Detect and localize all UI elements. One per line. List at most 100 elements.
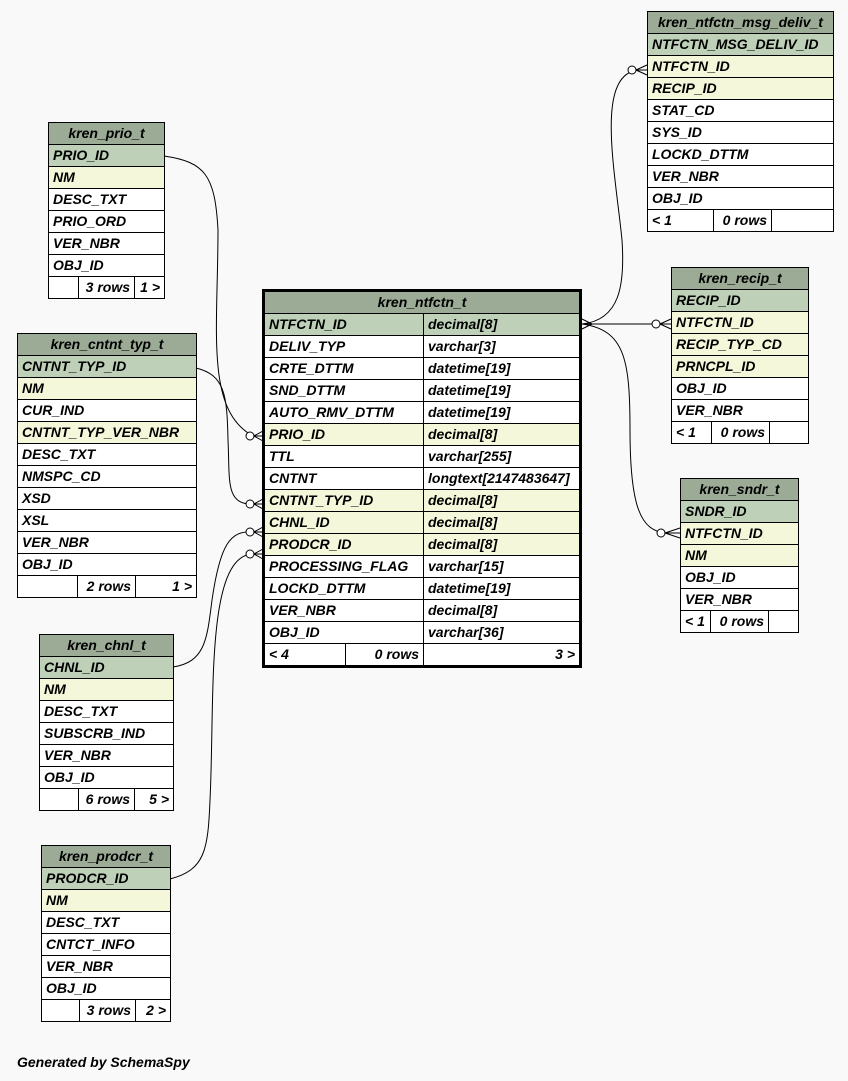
- column-row[interactable]: OBJ_ID: [670, 377, 810, 400]
- column-row[interactable]: NM: [16, 377, 198, 400]
- table-name[interactable]: kren_chnl_t: [38, 634, 175, 657]
- column-row[interactable]: XSD: [16, 487, 198, 510]
- column-row[interactable]: PRIO_ID decimal[8]: [263, 423, 582, 446]
- column-row[interactable]: CNTNT_TYP_ID decimal[8]: [263, 489, 582, 512]
- column-row[interactable]: NTFCTN_MSG_DELIV_ID: [647, 33, 834, 56]
- column-row[interactable]: VER_NBR: [38, 744, 175, 767]
- column-row[interactable]: PROCESSING_FLAG varchar[15]: [263, 555, 582, 578]
- column-row[interactable]: NTFCTN_ID decimal[8]: [263, 313, 582, 336]
- parents-link[interactable]: < 1: [647, 209, 714, 232]
- column-row[interactable]: PRIO_ID: [47, 144, 166, 167]
- column-row[interactable]: LOCKD_DTTM: [647, 143, 834, 166]
- table-kren-sndr-t[interactable]: kren_sndr_t SNDR_ID NTFCTN_ID NM OBJ_ID VER_N…: [680, 478, 799, 633]
- column-row[interactable]: RECIP_ID: [670, 289, 810, 312]
- column-row[interactable]: PRIO_ORD: [47, 210, 166, 233]
- children-link[interactable]: 3 >: [422, 643, 582, 667]
- column-row[interactable]: DESC_TXT: [16, 443, 198, 466]
- column-row[interactable]: VER_NBR: [40, 955, 172, 978]
- column-row[interactable]: NM: [47, 166, 166, 189]
- children-link[interactable]: 2 >: [134, 999, 172, 1022]
- column-row[interactable]: XSL: [16, 509, 198, 532]
- table-header-row: kren_prodcr_t: [40, 845, 172, 868]
- column-type: decimal[8]: [422, 423, 582, 446]
- column-row[interactable]: NMSPC_CD: [16, 465, 198, 488]
- table-kren-prio-t[interactable]: kren_prio_t PRIO_ID NM DESC_TXT PRIO_ORD VER_…: [47, 122, 166, 299]
- column-row[interactable]: VER_NBR: [680, 588, 799, 611]
- column-row[interactable]: DELIV_TYP varchar[3]: [263, 335, 582, 358]
- column-row[interactable]: AUTO_RMV_DTTM datetime[19]: [263, 401, 582, 424]
- table-kren-chnl-t[interactable]: kren_chnl_t CHNL_ID NM DESC_TXT SUBSCRB_IND V…: [38, 634, 175, 811]
- column-type: varchar[36]: [422, 621, 582, 644]
- parents-link[interactable]: < 1: [680, 610, 711, 633]
- table-name[interactable]: kren_recip_t: [670, 267, 810, 290]
- column-row[interactable]: STAT_CD: [647, 99, 834, 122]
- parents-link[interactable]: < 4: [263, 643, 346, 667]
- column-row[interactable]: PRODCR_ID decimal[8]: [263, 533, 582, 556]
- table-kren-cntnt-typ-t[interactable]: kren_cntnt_typ_t CNTNT_TYP_ID NM CUR_IND CNT…: [16, 333, 198, 598]
- column-row[interactable]: CNTNT_TYP_VER_NBR: [16, 421, 198, 444]
- table-name[interactable]: kren_ntfctn_msg_deliv_t: [647, 11, 834, 34]
- column-row[interactable]: OBJ_ID: [40, 977, 172, 1000]
- column-row[interactable]: CUR_IND: [16, 399, 198, 422]
- column-row[interactable]: SND_DTTM datetime[19]: [263, 379, 582, 402]
- column-row[interactable]: DESC_TXT: [47, 188, 166, 211]
- column-row[interactable]: NTFCTN_ID: [670, 311, 810, 334]
- column-row[interactable]: TTL varchar[255]: [263, 445, 582, 468]
- column-row[interactable]: CRTE_DTTM datetime[19]: [263, 357, 582, 380]
- column-row[interactable]: OBJ_ID: [680, 566, 799, 589]
- parents-link[interactable]: [48, 276, 79, 299]
- children-link[interactable]: [768, 610, 799, 633]
- column-row[interactable]: RECIP_ID: [647, 77, 834, 100]
- column-row[interactable]: SYS_ID: [647, 121, 834, 144]
- column-name: LOCKD_DTTM: [647, 143, 834, 166]
- column-row[interactable]: NTFCTN_ID: [680, 522, 799, 545]
- children-link[interactable]: 1 >: [134, 575, 198, 598]
- column-row[interactable]: SUBSCRB_IND: [38, 722, 175, 745]
- parents-link[interactable]: [17, 575, 78, 598]
- column-row[interactable]: OBJ_ID: [16, 553, 198, 576]
- children-link[interactable]: 5 >: [133, 788, 175, 811]
- column-row[interactable]: CHNL_ID decimal[8]: [263, 511, 582, 534]
- column-row[interactable]: PRODCR_ID: [40, 867, 172, 890]
- parents-link[interactable]: [41, 999, 80, 1022]
- parents-link[interactable]: [39, 788, 79, 811]
- column-row[interactable]: NM: [40, 889, 172, 912]
- column-row[interactable]: SNDR_ID: [680, 500, 799, 523]
- column-row[interactable]: DESC_TXT: [40, 911, 172, 934]
- column-row[interactable]: VER_NBR: [670, 399, 810, 422]
- table-name[interactable]: kren_prio_t: [47, 122, 166, 145]
- children-link[interactable]: 1 >: [133, 276, 166, 299]
- table-kren-prodcr-t[interactable]: kren_prodcr_t PRODCR_ID NM DESC_TXT CNTCT_IN…: [40, 845, 172, 1022]
- column-row[interactable]: CNTNT_TYP_ID: [16, 355, 198, 378]
- parents-link[interactable]: < 1: [671, 421, 712, 444]
- column-row[interactable]: VER_NBR: [16, 531, 198, 554]
- column-row[interactable]: PRNCPL_ID: [670, 355, 810, 378]
- column-row[interactable]: VER_NBR decimal[8]: [263, 599, 582, 622]
- column-row[interactable]: NM: [680, 544, 799, 567]
- column-name: NTFCTN_ID: [670, 311, 810, 334]
- table-name[interactable]: kren_sndr_t: [680, 478, 799, 501]
- table-name[interactable]: kren_prodcr_t: [40, 845, 172, 868]
- children-link[interactable]: [768, 421, 810, 444]
- children-link[interactable]: [771, 209, 834, 232]
- column-row[interactable]: VER_NBR: [647, 165, 834, 188]
- column-row[interactable]: NTFCTN_ID: [647, 55, 834, 78]
- column-row[interactable]: CNTCT_INFO: [40, 933, 172, 956]
- table-name[interactable]: kren_ntfctn_t: [262, 290, 582, 314]
- column-row[interactable]: OBJ_ID: [647, 187, 834, 210]
- column-row[interactable]: VER_NBR: [47, 232, 166, 255]
- column-row[interactable]: DESC_TXT: [38, 700, 175, 723]
- column-row[interactable]: OBJ_ID: [47, 254, 166, 277]
- column-row[interactable]: CHNL_ID: [38, 656, 175, 679]
- table-kren-recip-t[interactable]: kren_recip_t RECIP_ID NTFCTN_ID RECIP_TYP_C…: [670, 267, 810, 444]
- column-row[interactable]: NM: [38, 678, 175, 701]
- column-row[interactable]: CNTNT longtext[2147483647]: [263, 467, 582, 490]
- column-row[interactable]: OBJ_ID varchar[36]: [263, 621, 582, 644]
- table-header-row: kren_sndr_t: [680, 478, 799, 501]
- column-row[interactable]: LOCKD_DTTM datetime[19]: [263, 577, 582, 600]
- table-kren-ntfctn-msg-deliv-t[interactable]: kren_ntfctn_msg_deliv_t NTFCTN_MSG_DELIV_…: [647, 11, 834, 232]
- table-kren-ntfctn-t[interactable]: kren_ntfctn_t NTFCTN_ID decimal[8] DELIV_TY…: [262, 289, 583, 668]
- column-row[interactable]: OBJ_ID: [38, 766, 175, 789]
- table-name[interactable]: kren_cntnt_typ_t: [16, 333, 198, 356]
- column-row[interactable]: RECIP_TYP_CD: [670, 333, 810, 356]
